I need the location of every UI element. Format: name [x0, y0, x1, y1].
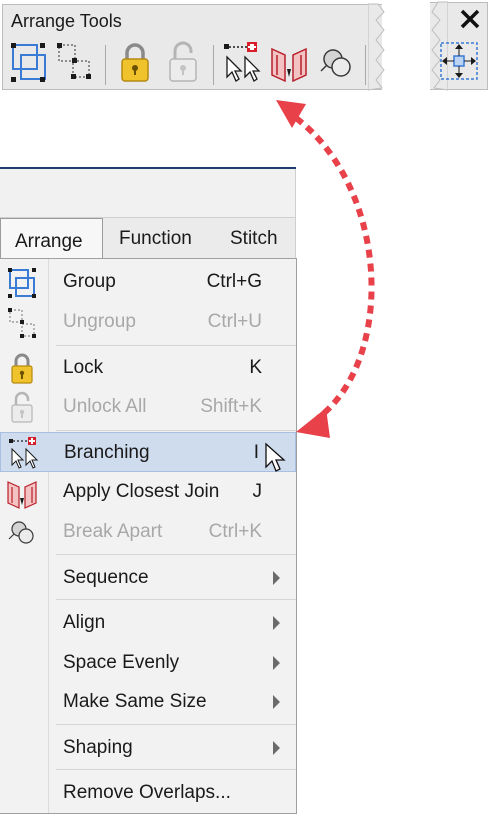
toolbar-separator: [213, 45, 214, 85]
arrange-tools-toolbar: Arrange Tools: [2, 4, 382, 90]
menu-item-label: Lock: [63, 357, 104, 378]
menu-separator: [56, 554, 296, 555]
menu-item-shortcut: I: [253, 442, 259, 463]
menu-item-align[interactable]: Align: [0, 603, 296, 643]
menu-item-shortcut: Ctrl+K: [208, 521, 262, 542]
submenu-arrow-icon: [273, 616, 280, 630]
group-icon: [11, 43, 46, 82]
menu-item-label: Remove Overlaps...: [63, 782, 231, 803]
menu-tab-arrange[interactable]: Arrange: [0, 218, 103, 260]
toolbar-title: Arrange Tools: [11, 11, 122, 31]
menu-item-label: Space Evenly: [63, 652, 180, 673]
menu-item-space-evenly[interactable]: Space Evenly: [0, 643, 296, 683]
branching-icon: [9, 437, 39, 469]
menu-item-break-apart[interactable]: Break Apart Ctrl+K: [0, 512, 296, 552]
menu-item-lock[interactable]: Lock K: [0, 348, 296, 388]
menu-item-make-same-size[interactable]: Make Same Size: [0, 682, 296, 722]
branching-tool-button[interactable]: [221, 41, 261, 85]
arrange-dropdown-menu: Group Ctrl+G Ungroup Ctrl+U Lock K Unloc…: [0, 258, 297, 814]
menu-item-label: Ungroup: [63, 311, 136, 332]
lock-tool-button[interactable]: [115, 41, 155, 85]
menu-item-shortcut: Ctrl+U: [207, 311, 262, 332]
menu-tab-function[interactable]: Function: [119, 228, 192, 250]
menu-item-label: Shaping: [63, 737, 133, 758]
menu-item-shaping[interactable]: Shaping: [0, 728, 296, 768]
menu-item-branching[interactable]: Branching I: [0, 432, 296, 472]
submenu-arrow-icon: [273, 695, 280, 709]
toolbar-torn-edge: [368, 3, 385, 91]
break-apart-tool-button[interactable]: [317, 41, 357, 85]
branching-icon: [224, 42, 261, 82]
toolbar-separator: [105, 45, 106, 85]
menu-item-label: Unlock All: [63, 396, 147, 417]
lock-icon: [11, 353, 33, 384]
center-align-icon[interactable]: [438, 40, 480, 82]
close-icon[interactable]: [456, 5, 484, 33]
group-tool-button[interactable]: [9, 41, 49, 85]
menu-separator: [56, 769, 296, 770]
menu-item-label: Make Same Size: [63, 691, 207, 712]
toolbar-tool-row: [7, 41, 381, 85]
submenu-arrow-icon: [273, 656, 280, 670]
menu-tab-stitch[interactable]: Stitch: [230, 228, 278, 250]
menu-item-label: Sequence: [63, 567, 149, 588]
menu-item-shortcut: Shift+K: [200, 396, 262, 417]
menu-bar: Arrange Function Stitch: [0, 217, 296, 260]
menu-item-label: Apply Closest Join: [63, 481, 220, 502]
menu-item-label: Break Apart: [63, 521, 163, 542]
menu-separator: [56, 345, 296, 346]
menu-item-apply-closest-join[interactable]: Apply Closest Join J: [0, 472, 296, 512]
menu-item-unlock-all[interactable]: Unlock All Shift+K: [0, 387, 296, 427]
unlock-tool-button[interactable]: [163, 41, 203, 85]
submenu-arrow-icon: [273, 571, 280, 585]
menu-item-group[interactable]: Group Ctrl+G: [0, 262, 296, 302]
menu-item-sequence[interactable]: Sequence: [0, 558, 296, 598]
submenu-arrow-icon: [273, 741, 280, 755]
menu-item-remove-overlaps[interactable]: Remove Overlaps...: [0, 773, 296, 813]
apply-closest-join-tool-button[interactable]: [269, 41, 309, 85]
break-apart-icon: [320, 49, 351, 77]
menu-item-shortcut: Ctrl+G: [206, 271, 262, 292]
menu-item-label: Branching: [64, 442, 150, 463]
menu-separator: [56, 430, 296, 431]
ungroup-icon: [8, 308, 36, 338]
menu-separator: [56, 599, 296, 600]
menu-separator: [56, 724, 296, 725]
menu-item-shortcut: J: [252, 481, 263, 502]
unlock-icon: [169, 41, 197, 82]
unlock-icon: [11, 391, 33, 423]
break-apart-icon: [8, 521, 34, 544]
window-header-area: [0, 169, 296, 217]
menu-item-shortcut: K: [249, 357, 262, 378]
menu-item-label: Align: [63, 612, 106, 633]
apply-closest-join-icon: [7, 481, 37, 509]
menu-item-ungroup[interactable]: Ungroup Ctrl+U: [0, 302, 296, 342]
group-icon: [8, 268, 36, 298]
menu-item-label: Group: [63, 271, 116, 292]
lock-icon: [121, 43, 149, 82]
apply-closest-join-icon: [271, 47, 307, 83]
ungroup-icon: [57, 43, 91, 79]
mouse-cursor-icon: [265, 442, 286, 472]
ungroup-tool-button[interactable]: [55, 41, 95, 85]
toolbar-separator: [365, 45, 366, 85]
